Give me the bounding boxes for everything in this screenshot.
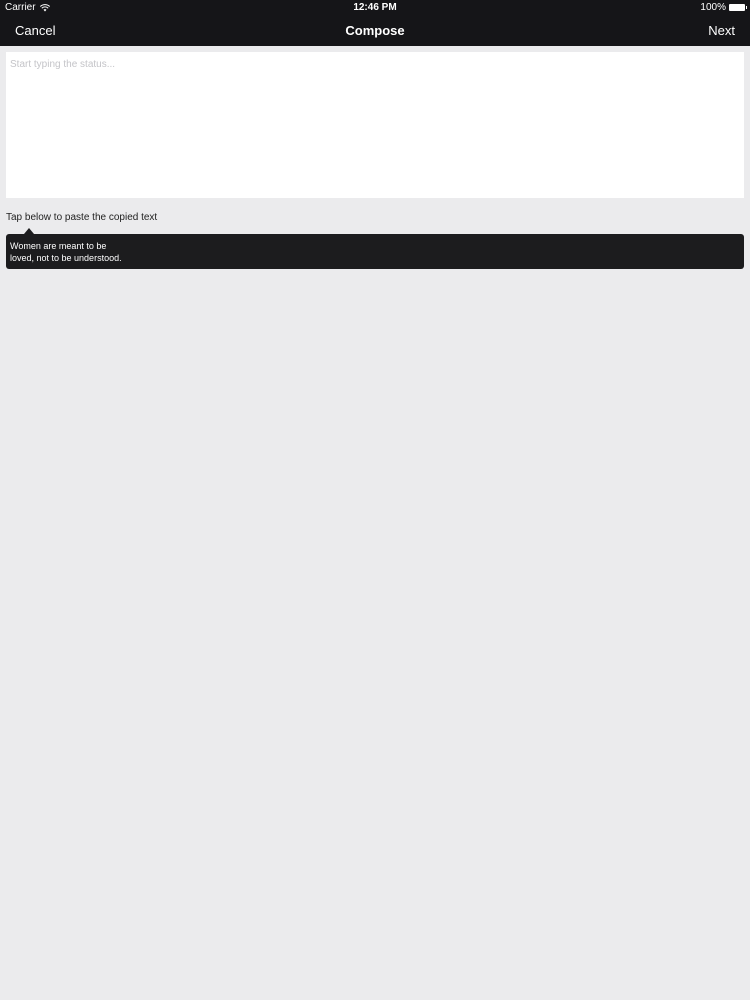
battery-percent: 100% — [700, 2, 726, 13]
paste-hint: Tap below to paste the copied text — [6, 212, 158, 223]
copied-text-line: loved, not to be understood. — [10, 253, 122, 263]
page-title: Compose — [345, 23, 405, 38]
status-input[interactable] — [6, 52, 744, 198]
status-bar: Carrier 12:46 PM 100% — [0, 0, 750, 16]
status-time: 12:46 PM — [353, 2, 397, 13]
navigation-bar: Cancel Compose Next — [0, 16, 750, 46]
copied-text-card[interactable]: Women are meant to be loved, not to be u… — [6, 234, 744, 269]
battery-indicator: 100% — [700, 2, 747, 13]
copied-text-line: Women are meant to be — [10, 241, 107, 251]
battery-icon — [729, 4, 747, 11]
next-button[interactable]: Next — [708, 23, 735, 38]
